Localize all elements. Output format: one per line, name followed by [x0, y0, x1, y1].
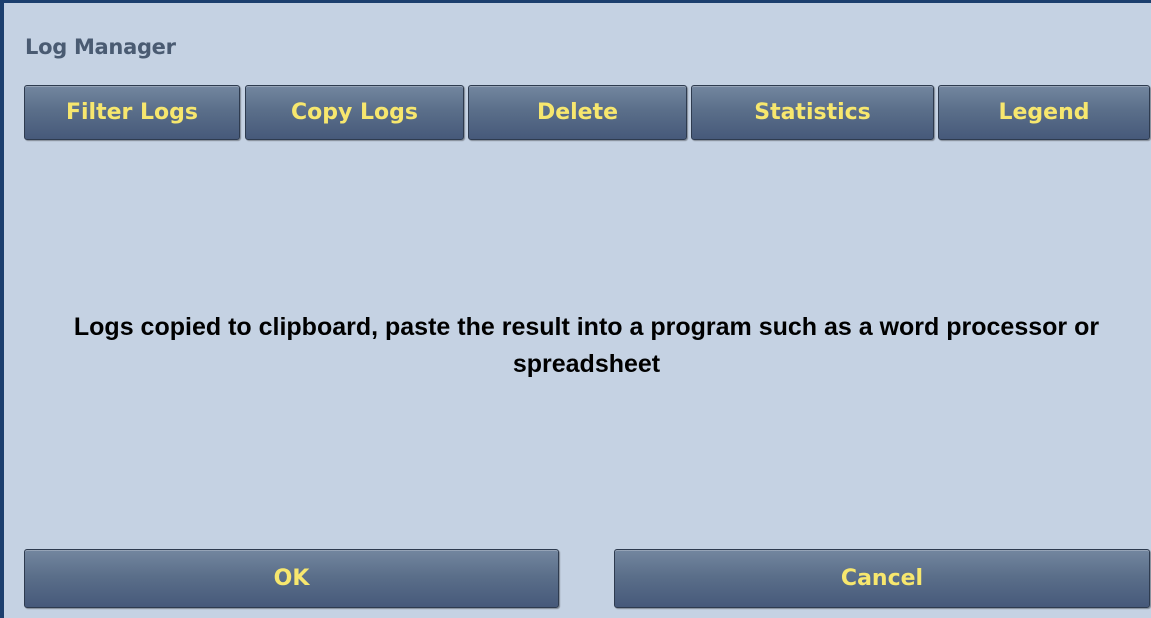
ok-button[interactable]: OK	[24, 549, 559, 608]
delete-button[interactable]: Delete	[468, 85, 687, 140]
cancel-button[interactable]: Cancel	[614, 549, 1150, 608]
filter-logs-button[interactable]: Filter Logs	[24, 85, 240, 140]
page-title: Log Manager	[25, 35, 176, 59]
statistics-button[interactable]: Statistics	[691, 85, 934, 140]
log-manager-window: Log Manager Filter Logs Copy Logs Delete…	[0, 0, 1151, 618]
status-message: Logs copied to clipboard, paste the resu…	[73, 313, 1100, 378]
copy-logs-button[interactable]: Copy Logs	[245, 85, 464, 140]
legend-button[interactable]: Legend	[938, 85, 1150, 140]
